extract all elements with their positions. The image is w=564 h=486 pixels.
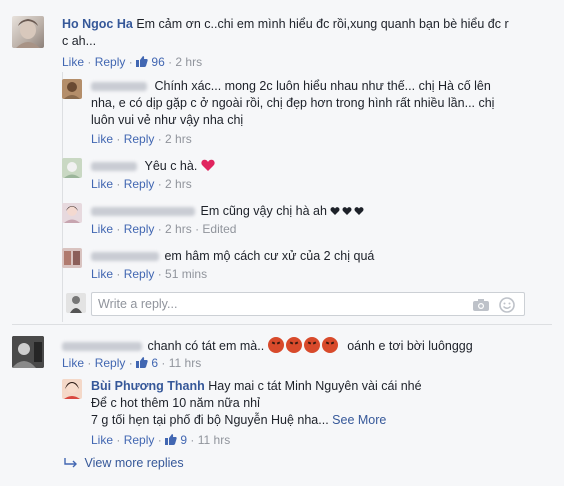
like-count[interactable]: 6 — [151, 356, 158, 370]
author-name[interactable] — [91, 162, 137, 172]
comment-text: Em cũng vậy chị hà ah — [91, 203, 366, 219]
avatar[interactable] — [62, 379, 82, 399]
comment-line: 7 g tối hẹn tại phố đi bộ Nguyễn Huệ nha… — [91, 413, 329, 427]
like-link[interactable]: Like — [62, 356, 84, 370]
reply-box[interactable] — [91, 292, 525, 316]
comment-text: 7 g tối hẹn tại phố đi bộ Nguyễn Huệ nha… — [91, 412, 386, 428]
timestamp[interactable]: 11 hrs — [198, 433, 230, 447]
like-link[interactable]: Like — [91, 132, 113, 146]
avatar — [66, 293, 86, 313]
comment-line: oánh e tơi bời luônggg — [347, 339, 473, 353]
reply-link[interactable]: Reply — [124, 222, 155, 236]
reply-link[interactable]: Reply — [124, 433, 155, 447]
reply-link[interactable]: Reply — [124, 267, 155, 281]
comment-actions: Like · Reply · 2 hrs — [91, 177, 192, 191]
comment-line: Hay mai c tát Minh Nguyên vài cái nhé — [208, 379, 422, 393]
reply-link[interactable]: Reply — [124, 132, 155, 146]
view-more-label[interactable]: View more replies — [84, 456, 183, 470]
comment-actions: Like · Reply · 6 · 11 hrs — [62, 356, 202, 370]
like-link[interactable]: Like — [91, 433, 113, 447]
like-count[interactable]: 96 — [151, 55, 164, 69]
reply-link[interactable]: Reply — [95, 55, 126, 69]
comment-text: Chính xác... mong 2c luôn hiểu nhau như … — [91, 78, 491, 94]
comment-actions: Like · Reply · 2 hrs — [91, 132, 192, 146]
avatar[interactable] — [62, 158, 82, 178]
comment-line: chanh có tát em mà.. — [147, 339, 265, 353]
author-name[interactable] — [62, 342, 142, 352]
comment-line: nha, e có dịp gặp c ở ngoài rồi, chị đẹp… — [91, 96, 495, 110]
avatar[interactable] — [12, 16, 44, 48]
comment-divider — [12, 324, 552, 325]
edited-label[interactable]: Edited — [202, 222, 236, 236]
reply-input[interactable] — [98, 297, 458, 311]
heart-icon — [330, 207, 364, 215]
angry-face-icon — [303, 337, 320, 353]
comment-text: Bùi Phương Thanh Hay mai c tát Minh Nguy… — [91, 378, 422, 394]
view-more-replies[interactable]: View more replies — [64, 456, 184, 470]
reply-link[interactable]: Reply — [124, 177, 155, 191]
avatar[interactable] — [62, 79, 82, 99]
avatar[interactable] — [62, 203, 82, 223]
reply-link[interactable]: Reply — [95, 356, 126, 370]
heart-icon — [201, 159, 215, 171]
thumbs-up-icon[interactable] — [165, 434, 177, 445]
like-link[interactable]: Like — [91, 177, 113, 191]
timestamp[interactable]: 2 hrs — [165, 132, 192, 146]
avatar[interactable] — [62, 248, 82, 268]
author-name[interactable] — [91, 82, 147, 92]
author-name[interactable] — [91, 252, 159, 262]
author-name[interactable] — [91, 207, 195, 217]
angry-face-icon — [285, 337, 302, 353]
comment-actions: Like · Reply · 2 hrs · Edited — [91, 222, 237, 236]
comment-actions: Like · Reply · 96 · 2 hrs — [62, 55, 203, 69]
comment-line: Em cũng vậy chị hà ah — [200, 204, 327, 218]
comment-line: em hâm mộ cách cư xử của 2 chị quá — [164, 249, 375, 263]
comment-actions: Like · Reply · 9 · 11 hrs — [91, 433, 231, 447]
timestamp[interactable]: 51 mins — [165, 267, 207, 281]
timestamp[interactable]: 2 hrs — [165, 177, 192, 191]
comment-line: Chính xác... mong 2c luôn hiểu nhau như … — [154, 79, 491, 93]
thumbs-up-icon[interactable] — [136, 56, 148, 67]
angry-face-icon — [321, 337, 338, 353]
profile-photo — [64, 162, 80, 178]
angry-face-icon — [267, 337, 284, 353]
profile-photo — [16, 19, 40, 48]
author-name[interactable]: Bùi Phương Thanh — [91, 379, 205, 393]
camera-icon[interactable] — [472, 298, 490, 312]
reply-arrow-icon — [64, 458, 77, 468]
see-more-link[interactable]: See More — [332, 413, 386, 427]
author-name[interactable]: Ho Ngoc Ha — [62, 17, 133, 31]
comment-actions: Like · Reply · 51 mins — [91, 267, 208, 281]
comment-line: Em cảm ơn c..chi em mình hiểu đc rồi,xun… — [136, 17, 509, 31]
like-count[interactable]: 9 — [180, 433, 187, 447]
profile-photo — [70, 296, 82, 313]
thread-line — [62, 72, 63, 322]
profile-photo — [64, 206, 80, 223]
avatar[interactable] — [12, 336, 44, 368]
comment-text: chanh có tát em mà.. oánh e tơi bời luôn… — [62, 337, 473, 354]
thumbs-up-icon[interactable] — [136, 357, 148, 368]
like-link[interactable]: Like — [62, 55, 84, 69]
emoji-icon[interactable] — [499, 297, 515, 313]
comment-text: Yêu c hà. — [91, 158, 215, 174]
comment-line: c ah... — [62, 34, 97, 48]
profile-photo — [64, 382, 80, 399]
profile-photo — [12, 336, 44, 368]
timestamp[interactable]: 11 hrs — [169, 356, 201, 370]
comment-line: luôn vui vẻ như vậy nha chị — [91, 113, 244, 127]
comment-line: Để c hot thêm 10 năm nữa nhỉ — [91, 396, 260, 410]
comment-text: em hâm mộ cách cư xử của 2 chị quá — [91, 248, 374, 264]
comment-line: Yêu c hà. — [144, 159, 198, 173]
like-link[interactable]: Like — [91, 222, 113, 236]
timestamp[interactable]: 2 hrs — [175, 55, 202, 69]
timestamp[interactable]: 2 hrs — [165, 222, 192, 236]
profile-photo — [64, 82, 80, 99]
profile-photo — [64, 251, 80, 265]
like-link[interactable]: Like — [91, 267, 113, 281]
comment-text: Ho Ngoc Ha Em cảm ơn c..chi em mình hiểu… — [62, 16, 509, 32]
